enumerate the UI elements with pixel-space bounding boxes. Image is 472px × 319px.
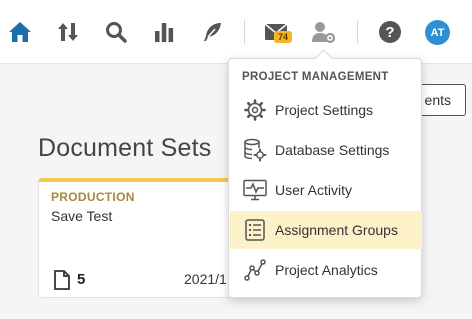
menu-item-project-analytics[interactable]: Project Analytics <box>230 251 422 289</box>
section-title: Document Sets <box>38 134 212 162</box>
user-settings-icon[interactable] <box>306 14 342 50</box>
top-navigation-bar: 74 ? AT <box>0 0 472 64</box>
mail-count-badge: 74 <box>274 31 292 43</box>
svg-text:?: ? <box>385 24 394 41</box>
gear-icon <box>243 98 267 122</box>
menu-item-project-settings[interactable]: Project Settings <box>230 91 422 129</box>
document-count: 5 <box>77 271 86 288</box>
menu-item-label: Project Settings <box>275 102 374 118</box>
card-environment-tag: PRODUCTION <box>51 190 135 204</box>
divider <box>357 20 358 44</box>
menu-item-label: Project Analytics <box>275 262 378 278</box>
card-title: Save Test <box>51 208 113 224</box>
document-icon <box>53 270 71 295</box>
help-icon[interactable]: ? <box>372 14 408 50</box>
project-management-menu: PROJECT MANAGEMENT Project Settings Data… <box>228 58 422 298</box>
menu-item-label: User Activity <box>275 182 353 198</box>
database-gear-icon <box>243 138 267 162</box>
feather-icon[interactable] <box>194 14 230 50</box>
user-avatar[interactable]: AT <box>425 20 450 45</box>
menu-item-user-activity[interactable]: User Activity <box>230 171 422 209</box>
home-icon[interactable] <box>2 14 38 50</box>
menu-item-label: Assignment Groups <box>275 222 398 238</box>
sort-arrows-icon[interactable] <box>50 14 86 50</box>
menu-header: PROJECT MANAGEMENT <box>242 71 389 83</box>
menu-item-assignment-groups[interactable]: Assignment Groups <box>230 211 422 249</box>
card-date: 2021/1 <box>184 271 227 287</box>
menu-item-database-settings[interactable]: Database Settings <box>230 131 422 169</box>
divider <box>244 20 245 44</box>
monitor-activity-icon <box>243 178 267 202</box>
bar-chart-icon[interactable] <box>146 14 182 50</box>
checklist-icon <box>243 218 267 242</box>
document-set-card[interactable]: PRODUCTION Save Test 5 2021/1 <box>38 178 238 298</box>
analytics-icon <box>243 258 267 282</box>
menu-item-label: Database Settings <box>275 142 390 158</box>
search-icon[interactable] <box>98 14 134 50</box>
